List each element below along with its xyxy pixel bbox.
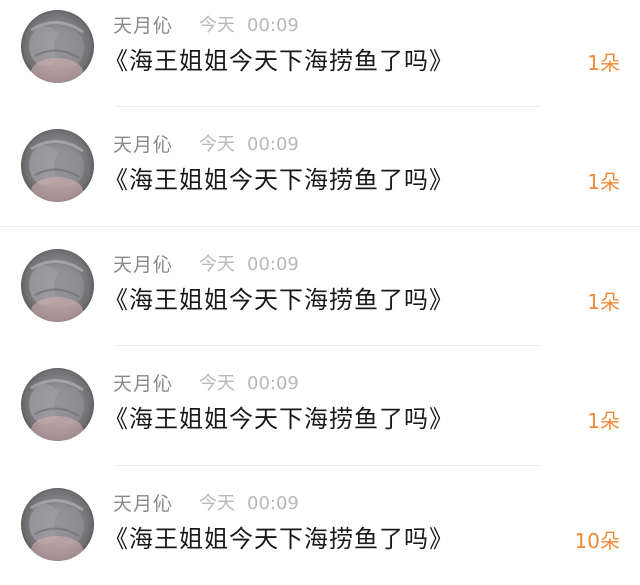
row-divider [115,106,540,107]
user-avatar[interactable] [21,10,94,83]
comment-row[interactable]: 天月伈 今天 00:09 《海王姐姐今天下海捞鱼了吗》 1朵 [0,0,640,119]
timestamp-day: 今天 [199,15,235,36]
timestamp-day: 今天 [199,254,235,275]
timestamp-day: 今天 [199,373,235,394]
gift-count: 1朵 [587,51,620,75]
cat-paw-avatar-icon [29,21,84,83]
user-avatar[interactable] [21,488,94,561]
timestamp-time: 00:09 [247,493,299,514]
user-avatar[interactable] [21,129,94,202]
username[interactable]: 天月伈 [113,133,173,157]
comment-row[interactable]: 天月伈 今天 00:09 《海王姐姐今天下海捞鱼了吗》 10朵 [0,478,640,585]
gift-count: 10朵 [574,529,620,553]
gift-count: 1朵 [587,170,620,194]
timestamp-time: 00:09 [247,15,299,36]
cat-paw-avatar-icon [29,499,84,561]
row-divider [0,226,640,227]
timestamp-time: 00:09 [247,373,299,394]
comment-row[interactable]: 天月伈 今天 00:09 《海王姐姐今天下海捞鱼了吗》 1朵 [0,119,640,238]
user-avatar[interactable] [21,368,94,441]
timestamp-time: 00:09 [247,254,299,275]
timestamp-day: 今天 [199,134,235,155]
username[interactable]: 天月伈 [113,14,173,38]
comment-row[interactable]: 天月伈 今天 00:09 《海王姐姐今天下海捞鱼了吗》 1朵 [0,239,640,358]
timestamp-time: 00:09 [247,134,299,155]
gift-count: 1朵 [587,409,620,433]
username[interactable]: 天月伈 [113,372,173,396]
row-divider [115,345,540,346]
comment-row[interactable]: 天月伈 今天 00:09 《海王姐姐今天下海捞鱼了吗》 1朵 [0,358,640,477]
comment-text: 《海王姐姐今天下海捞鱼了吗》 [104,47,454,75]
comment-text: 《海王姐姐今天下海捞鱼了吗》 [104,286,454,314]
comment-text: 《海王姐姐今天下海捞鱼了吗》 [104,166,454,194]
cat-paw-avatar-icon [29,140,84,202]
cat-paw-avatar-icon [29,260,84,322]
username[interactable]: 天月伈 [113,253,173,277]
cat-paw-avatar-icon [29,379,84,441]
comment-text: 《海王姐姐今天下海捞鱼了吗》 [104,405,454,433]
row-divider [115,465,540,466]
username[interactable]: 天月伈 [113,492,173,516]
user-avatar[interactable] [21,249,94,322]
comment-list: 天月伈 今天 00:09 《海王姐姐今天下海捞鱼了吗》 1朵 天月伈 今天 00… [0,0,640,585]
comment-text: 《海王姐姐今天下海捞鱼了吗》 [104,525,454,553]
timestamp-day: 今天 [199,493,235,514]
gift-count: 1朵 [587,290,620,314]
